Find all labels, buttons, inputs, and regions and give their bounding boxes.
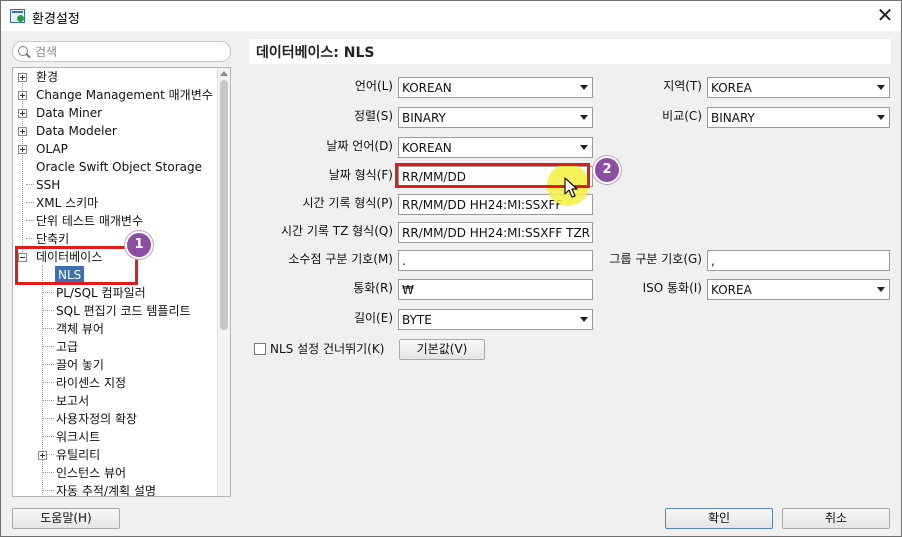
skip-nls-checkbox[interactable] bbox=[254, 343, 266, 355]
dropdown-arrow-icon bbox=[877, 287, 885, 292]
dropdown-arrow-icon bbox=[580, 145, 588, 150]
dropdown-arrow-icon bbox=[877, 115, 885, 120]
ok-button[interactable]: 확인 bbox=[665, 508, 773, 529]
decimal-separator-field[interactable]: . bbox=[398, 250, 593, 271]
page-title: 데이터베이스: NLS bbox=[256, 45, 375, 61]
search-box[interactable] bbox=[12, 41, 231, 62]
tree-item-ssh[interactable]: SSH bbox=[36, 176, 60, 194]
scroll-up-icon[interactable] bbox=[220, 71, 228, 76]
defaults-button[interactable]: 기본값(V) bbox=[399, 339, 485, 360]
tree-item-utilities[interactable]: 유틸리티 bbox=[56, 446, 100, 464]
app-icon bbox=[10, 9, 25, 23]
tree-item-data-miner[interactable]: Data Miner bbox=[36, 104, 102, 122]
tree-item-plsql-compiler[interactable]: PL/SQL 컴파일러 bbox=[56, 284, 146, 302]
sort-select[interactable]: BINARY bbox=[398, 107, 593, 128]
cancel-button[interactable]: 취소 bbox=[782, 508, 890, 529]
expand-icon[interactable] bbox=[18, 109, 27, 118]
panel-header: 데이터베이스: NLS bbox=[249, 39, 891, 64]
tree-scrollbar[interactable] bbox=[217, 68, 230, 496]
step-badge-2: 2 bbox=[593, 156, 621, 184]
comparison-select[interactable]: BINARY bbox=[707, 107, 890, 128]
timestamp-tz-format-label: 시간 기록 TZ 형식(Q) bbox=[280, 224, 393, 238]
timestamp-tz-format-field[interactable]: RR/MM/DD HH24:MI:SSXFF TZR bbox=[398, 222, 593, 243]
date-language-label: 날짜 언어(D) bbox=[326, 139, 393, 153]
tree-item-olap[interactable]: OLAP bbox=[36, 140, 68, 158]
tree-item-licensing[interactable]: 라이센스 지정 bbox=[56, 374, 126, 392]
date-language-select[interactable]: KOREAN bbox=[398, 137, 593, 158]
tree-item-swift-storage[interactable]: Oracle Swift Object Storage bbox=[36, 158, 202, 176]
scrollbar-thumb[interactable] bbox=[220, 80, 228, 330]
expand-icon[interactable] bbox=[38, 451, 47, 460]
tree-item-instance-viewer[interactable]: 인스턴스 뷰어 bbox=[56, 464, 126, 482]
expand-icon[interactable] bbox=[18, 73, 27, 82]
tree-item-change-management[interactable]: Change Management 매개변수 bbox=[36, 86, 213, 104]
language-label: 언어(L) bbox=[354, 79, 393, 93]
tree-item-data-modeler[interactable]: Data Modeler bbox=[36, 122, 117, 140]
tree-item-drag-drop[interactable]: 끌어 놓기 bbox=[56, 356, 104, 374]
title-bar: 환경설정 ✕ bbox=[1, 1, 901, 31]
decimal-separator-label: 소수점 구분 기호(M) bbox=[288, 252, 393, 266]
tree-item-worksheet[interactable]: 워크시트 bbox=[56, 428, 100, 446]
tree-item-reports[interactable]: 보고서 bbox=[56, 392, 89, 410]
tree-item-user-extensions[interactable]: 사용자정의 확장 bbox=[56, 410, 137, 428]
tree-item-unit-test[interactable]: 단위 테스트 매개변수 bbox=[36, 212, 143, 230]
dropdown-arrow-icon bbox=[580, 115, 588, 120]
skip-nls-label[interactable]: NLS 설정 건너뛰기(K) bbox=[270, 340, 384, 358]
highlight-box-2 bbox=[395, 163, 590, 188]
comparison-label: 비교(C) bbox=[662, 109, 702, 123]
dropdown-arrow-icon bbox=[580, 317, 588, 322]
date-format-label: 날짜 형식(F) bbox=[328, 168, 393, 182]
tree-item-environment[interactable]: 환경 bbox=[36, 68, 58, 86]
language-select[interactable]: KOREAN bbox=[398, 77, 593, 98]
expand-icon[interactable] bbox=[18, 127, 27, 136]
mouse-pointer-icon bbox=[564, 177, 578, 198]
group-separator-label: 그룹 구분 기호(G) bbox=[609, 252, 702, 266]
territory-select[interactable]: KOREA bbox=[707, 77, 890, 98]
tree-item-autotrace[interactable]: 자동 추적/계획 설명 bbox=[56, 482, 156, 496]
currency-label: 통화(R) bbox=[353, 281, 393, 295]
sort-label: 정렬(S) bbox=[353, 109, 393, 123]
length-label: 길이(E) bbox=[353, 311, 393, 325]
tree-item-object-viewer[interactable]: 객체 뷰어 bbox=[56, 320, 104, 338]
search-icon bbox=[18, 46, 28, 56]
highlight-box-1 bbox=[15, 246, 138, 285]
timestamp-format-label: 시간 기록 형식(P) bbox=[302, 196, 393, 210]
length-select[interactable]: BYTE bbox=[398, 309, 593, 330]
help-button[interactable]: 도움말(H) bbox=[12, 508, 120, 529]
expand-icon[interactable] bbox=[18, 91, 27, 100]
tree-item-advanced[interactable]: 고급 bbox=[56, 338, 78, 356]
window-title: 환경설정 bbox=[32, 12, 80, 27]
close-button[interactable]: ✕ bbox=[873, 5, 897, 27]
dropdown-arrow-icon bbox=[580, 85, 588, 90]
search-input[interactable] bbox=[35, 43, 225, 60]
preferences-window: 환경설정 ✕ 환경 Change Management 매개변수 Data bbox=[0, 0, 902, 537]
territory-label: 지역(T) bbox=[663, 79, 702, 93]
dropdown-arrow-icon bbox=[877, 85, 885, 90]
expand-icon[interactable] bbox=[18, 145, 27, 154]
step-badge-1: 1 bbox=[125, 231, 153, 259]
currency-field[interactable]: ₩ bbox=[398, 279, 593, 300]
iso-currency-label: ISO 통화(I) bbox=[642, 281, 702, 295]
group-separator-field[interactable]: , bbox=[707, 250, 890, 271]
tree-item-sql-code-templates[interactable]: SQL 편집기 코드 템플리트 bbox=[56, 302, 191, 320]
tree-item-xml-schema[interactable]: XML 스키마 bbox=[36, 194, 98, 212]
iso-currency-select[interactable]: KOREA bbox=[707, 279, 890, 300]
